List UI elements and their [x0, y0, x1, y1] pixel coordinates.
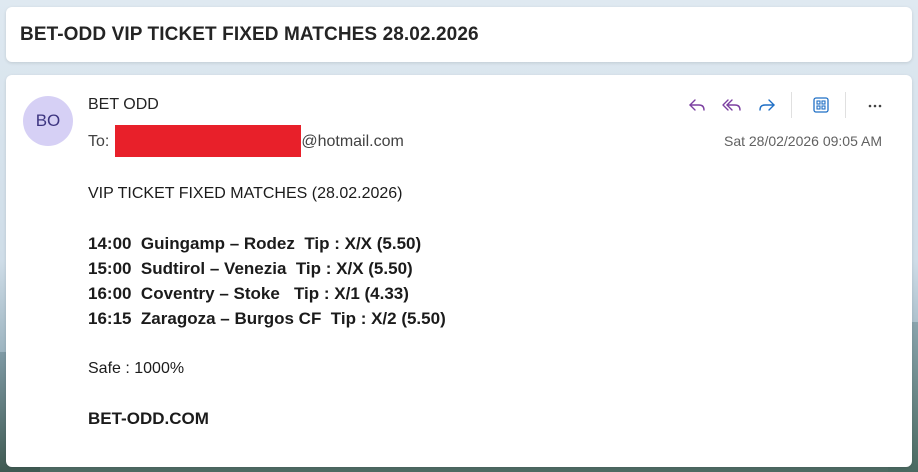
website-line: BET-ODD.COM — [88, 409, 209, 428]
forward-button[interactable] — [752, 91, 782, 119]
toolbar-divider — [791, 92, 792, 118]
message-date: Sat 28/02/2026 09:05 AM — [723, 133, 882, 149]
to-label: To: — [88, 133, 110, 150]
reply-button[interactable] — [682, 91, 712, 119]
reply-icon — [689, 99, 705, 111]
message-body: VIP TICKET FIXED MATCHES (28.02.2026) 14… — [88, 181, 868, 431]
sender-name[interactable]: BET ODD — [88, 96, 159, 114]
match-line: 15:00 Sudtirol – Venezia Tip : X/X (5.50… — [88, 259, 413, 278]
email-subject: BET-ODD VIP TICKET FIXED MATCHES 28.02.2… — [20, 24, 479, 45]
recipient-row: To: @hotmail.com — [88, 125, 404, 157]
match-line: 16:00 Coventry – Stoke Tip : X/1 (4.33) — [88, 284, 409, 303]
more-actions-button[interactable] — [860, 91, 890, 119]
match-line: 14:00 Guingamp – Rodez Tip : X/X (5.50) — [88, 234, 422, 253]
reply-all-button[interactable] — [717, 91, 747, 119]
recipient-email-suffix[interactable]: @hotmail.com — [301, 133, 404, 151]
subject-header: BET-ODD VIP TICKET FIXED MATCHES 28.02.2… — [6, 7, 912, 62]
toolbar-divider — [845, 92, 846, 118]
apps-button[interactable] — [806, 91, 836, 119]
avatar[interactable]: BO — [23, 96, 73, 146]
message-toolbar — [677, 91, 890, 119]
apps-icon — [813, 97, 829, 113]
more-icon — [868, 104, 882, 108]
body-heading: VIP TICKET FIXED MATCHES (28.02.2026) — [88, 185, 403, 202]
message-card: BO BET ODD To: @hotmail.com Sat 28/02/20… — [6, 75, 912, 467]
match-line: 16:15 Zaragoza – Burgos CF Tip : X/2 (5.… — [88, 309, 446, 328]
redacted-recipient — [115, 125, 302, 157]
safe-line: Safe : 1000% — [88, 360, 185, 377]
avatar-initials: BO — [35, 111, 61, 130]
forward-icon — [759, 99, 775, 111]
reply-all-icon — [722, 99, 741, 111]
